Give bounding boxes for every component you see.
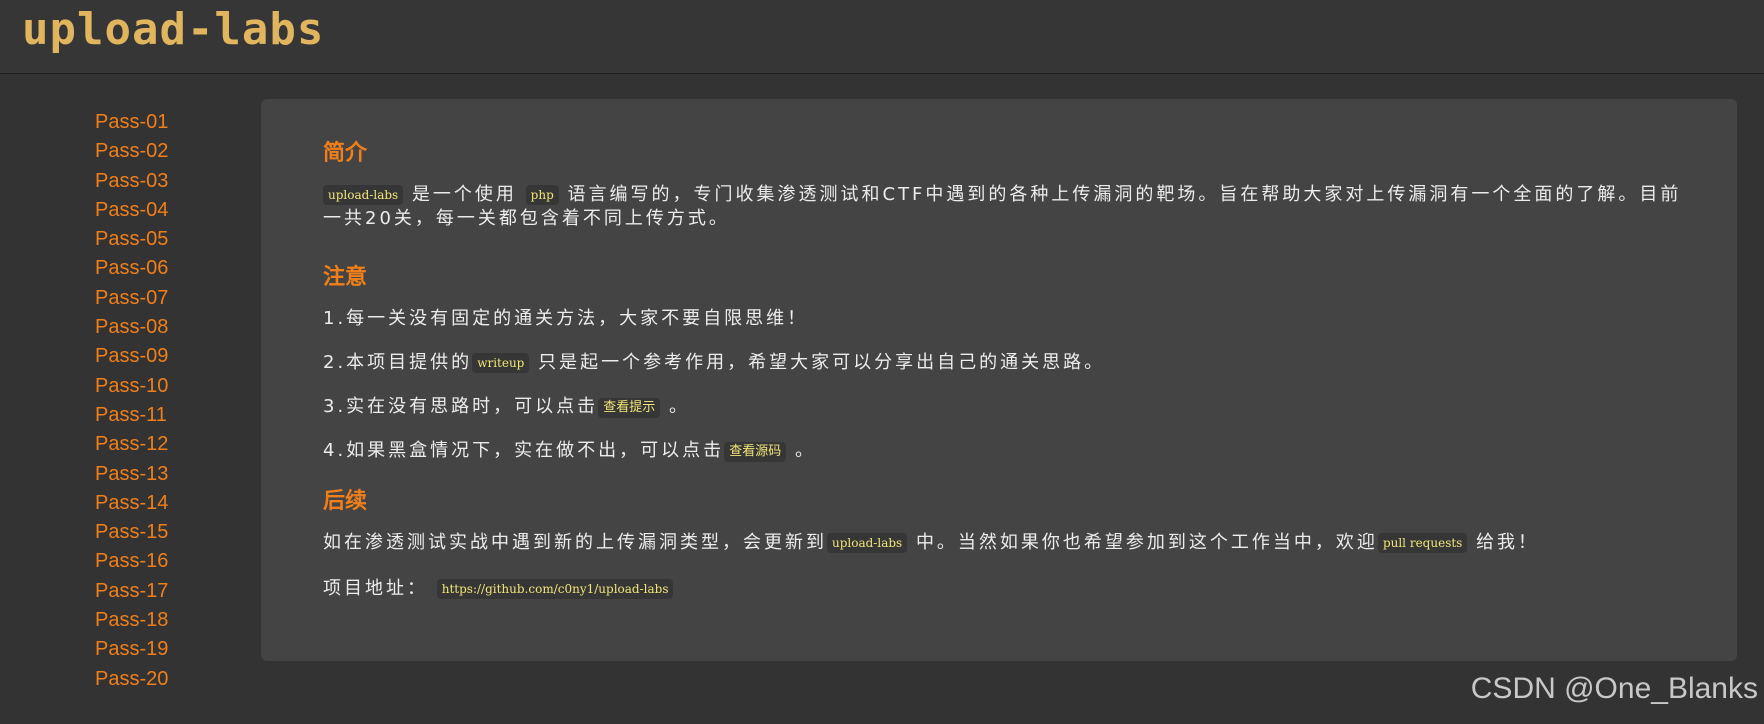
sidebar-item-pass-19[interactable]: Pass-19 (95, 635, 255, 664)
sidebar-item-pass-12[interactable]: Pass-12 (95, 430, 255, 459)
show-hint-button[interactable]: 查看提示 (598, 398, 661, 418)
sidebar-item-pass-10[interactable]: Pass-10 (95, 372, 255, 401)
sidebar-nav: Pass-01 Pass-02 Pass-03 Pass-04 Pass-05 … (95, 108, 255, 694)
sidebar-item-pass-16[interactable]: Pass-16 (95, 547, 255, 576)
project-address: 项目地址： https://github.com/c0ny1/upload-la… (323, 577, 1683, 601)
code-php: php (525, 185, 559, 205)
notice-item-3: 3.实在没有思路时，可以点击 查看提示 。 (323, 395, 1683, 419)
code-upload-labs: upload-labs (323, 185, 404, 205)
sidebar-item-pass-01[interactable]: Pass-01 (95, 108, 255, 137)
sidebar-item-pass-20[interactable]: Pass-20 (95, 665, 255, 694)
project-address-label: 项目地址： (323, 578, 428, 599)
followup-paragraph: 如在渗透测试实战中遇到新的上传漏洞类型，会更新到 upload-labs 中。当然… (323, 531, 1683, 555)
notice-item-2-text-a: 2.本项目提供的 (323, 352, 473, 373)
sidebar-item-pass-17[interactable]: Pass-17 (95, 577, 255, 606)
sidebar-item-pass-08[interactable]: Pass-08 (95, 313, 255, 342)
sidebar-item-pass-18[interactable]: Pass-18 (95, 606, 255, 635)
notice-item-3-text-b: 。 (668, 396, 690, 417)
notice-item-4-text-b: 。 (794, 440, 816, 461)
notice-item-3-text-a: 3.实在没有思路时，可以点击 (323, 396, 599, 417)
intro-heading: 简介 (323, 141, 368, 166)
code-writeup: writeup (472, 353, 530, 373)
project-address-link[interactable]: https://github.com/c0ny1/upload-labs (436, 579, 674, 599)
intro-paragraph: upload-labs 是一个使用 php 语言编写的，专门收集渗透测试和CTF… (323, 183, 1683, 231)
code-pull-requests: pull requests (1377, 533, 1468, 553)
top-header: upload-labs (0, 0, 1764, 74)
followup-heading: 后续 (323, 489, 368, 514)
code-upload-labs-2: upload-labs (827, 533, 908, 553)
intro-text-a: 是一个使用 (411, 184, 517, 205)
notice-item-2: 2.本项目提供的 writeup 只是起一个参考作用，希望大家可以分享出自己的通关… (323, 351, 1683, 375)
sidebar-item-pass-04[interactable]: Pass-04 (95, 196, 255, 225)
sidebar-item-pass-02[interactable]: Pass-02 (95, 137, 255, 166)
upload-labs-logo[interactable]: upload-labs (22, 8, 324, 52)
notice-item-1: 1.每一关没有固定的通关方法，大家不要自限思维！ (323, 308, 809, 329)
notice-item-2-text-b: 只是起一个参考作用，希望大家可以分享出自己的通关思路。 (538, 352, 1106, 373)
sidebar-item-pass-11[interactable]: Pass-11 (95, 401, 255, 430)
notice-item-4-text-a: 4.如果黑盒情况下，实在做不出，可以点击 (323, 440, 725, 461)
followup-text-c: 给我！ (1476, 532, 1540, 553)
csdn-watermark: CSDN @One_Blanks (1470, 672, 1758, 705)
sidebar-item-pass-07[interactable]: Pass-07 (95, 284, 255, 313)
show-source-button[interactable]: 查看源码 (724, 442, 787, 462)
sidebar-item-pass-05[interactable]: Pass-05 (95, 225, 255, 254)
sidebar-item-pass-09[interactable]: Pass-09 (95, 342, 255, 371)
notice-heading: 注意 (323, 265, 368, 290)
sidebar-item-pass-06[interactable]: Pass-06 (95, 254, 255, 283)
content-panel: 简介 upload-labs 是一个使用 php 语言编写的，专门收集渗透测试和… (261, 99, 1737, 661)
sidebar-item-pass-14[interactable]: Pass-14 (95, 489, 255, 518)
notice-item-4: 4.如果黑盒情况下，实在做不出，可以点击 查看源码 。 (323, 439, 1683, 463)
sidebar-item-pass-13[interactable]: Pass-13 (95, 460, 255, 489)
sidebar-item-pass-15[interactable]: Pass-15 (95, 518, 255, 547)
followup-text-b: 中。当然如果你也希望参加到这个工作当中，欢迎 (915, 532, 1378, 553)
sidebar-item-pass-03[interactable]: Pass-03 (95, 167, 255, 196)
followup-text-a: 如在渗透测试实战中遇到新的上传漏洞类型，会更新到 (323, 532, 827, 553)
